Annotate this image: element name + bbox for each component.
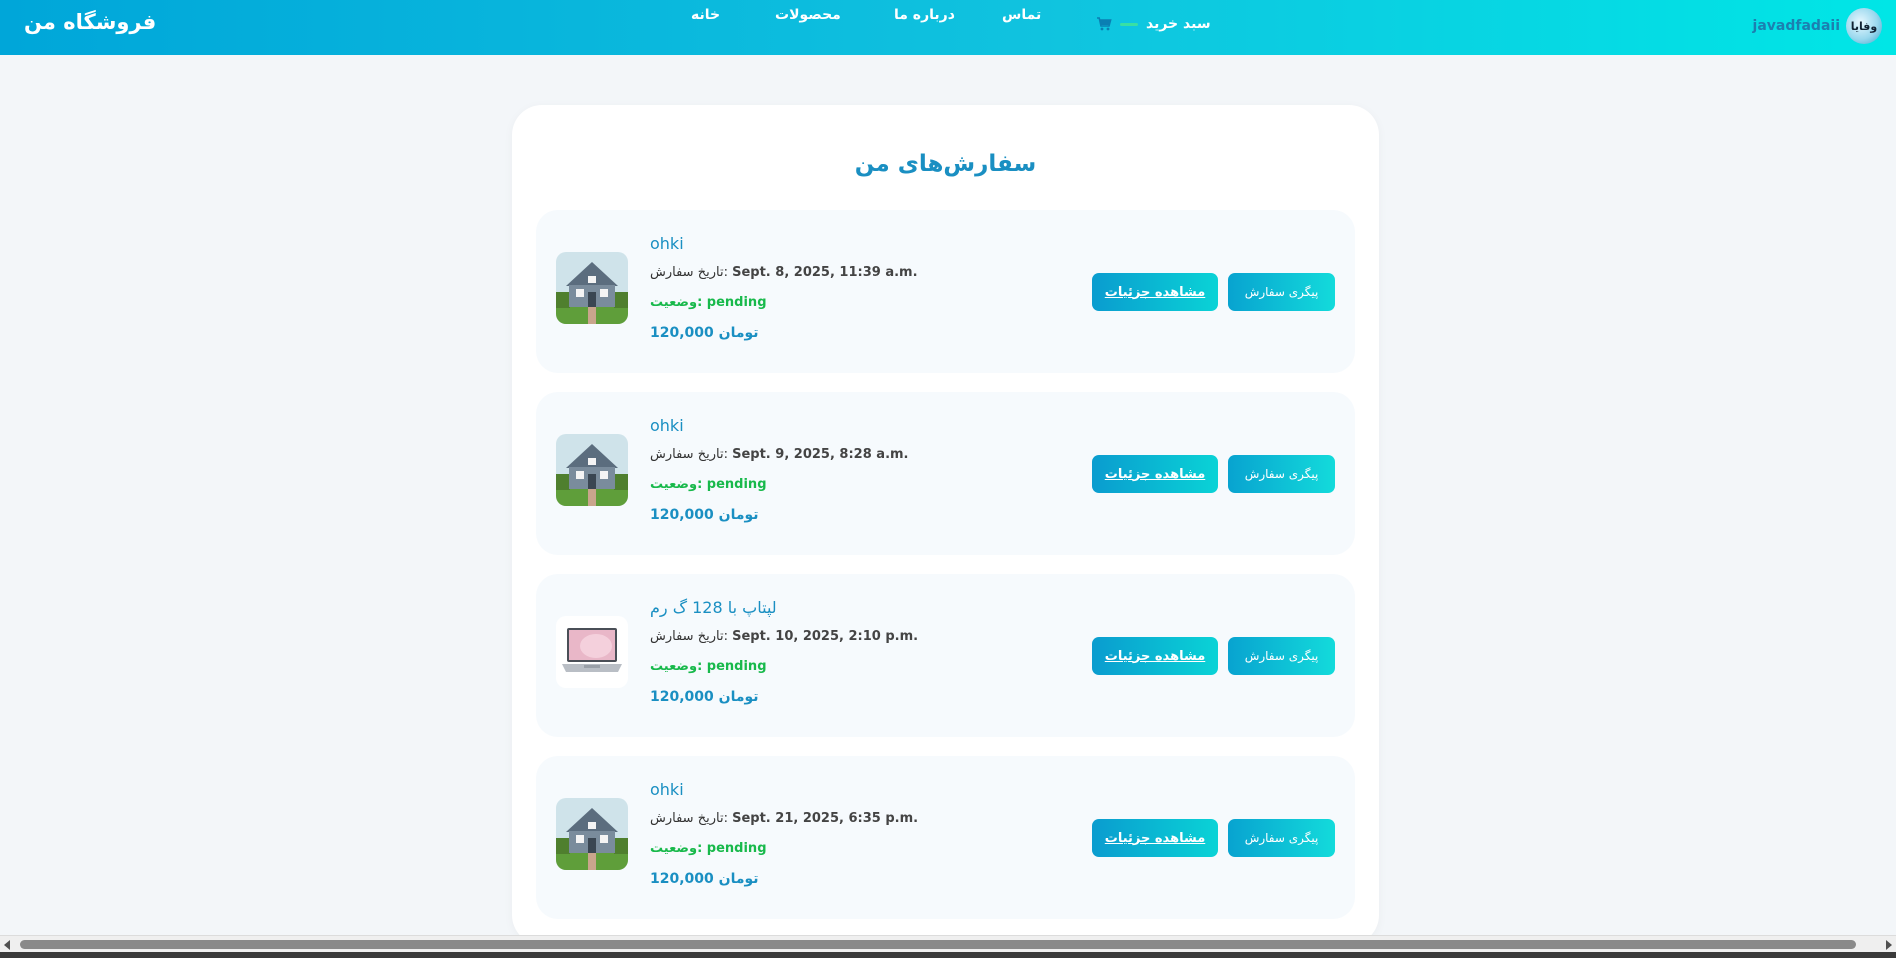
order-date-label: تاریخ سفارش: (650, 265, 728, 280)
username[interactable]: javadfadaii (1753, 18, 1840, 34)
order-item: ohki تاریخ سفارش: Sept. 9, 2025, 8:28 a.… (536, 392, 1355, 555)
order-date-value: Sept. 21, 2025, 6:35 p.m. (732, 811, 919, 826)
order-info: ohki تاریخ سفارش: Sept. 8, 2025, 11:39 a… (650, 234, 918, 348)
product-name-link[interactable]: ohki (650, 416, 909, 440)
order-actions: مشاهده جزئیات پیگری سفارش (1092, 273, 1335, 311)
order-item: ohki تاریخ سفارش: Sept. 21, 2025, 6:35 p… (536, 756, 1355, 919)
scroll-right-arrow-icon[interactable] (1886, 940, 1892, 950)
order-item: ohki تاریخ سفارش: Sept. 8, 2025, 11:39 a… (536, 210, 1355, 373)
order-date-value: Sept. 8, 2025, 11:39 a.m. (732, 265, 918, 280)
order-status-value: pending (706, 477, 767, 492)
top-navbar: فروشگاه من خانه محصولات درباره ما تماس س… (0, 0, 1896, 55)
order-info: لپتاپ با 128 گ رم تاریخ سفارش: Sept. 10,… (650, 598, 918, 712)
view-details-button[interactable]: مشاهده جزئیات (1092, 819, 1218, 857)
order-status-value: pending (706, 659, 767, 674)
cart-count-badge (1120, 22, 1138, 26)
nav-link-contact[interactable]: تماس (1002, 7, 1041, 23)
order-info: ohki تاریخ سفارش: Sept. 21, 2025, 6:35 p… (650, 780, 918, 894)
shopping-cart-icon (1096, 16, 1112, 32)
order-status-label: وضعیت: (650, 659, 703, 674)
view-details-button[interactable]: مشاهده جزئیات (1092, 273, 1218, 311)
orders-card: سفارش‌های من ohki تاریخ سفارش: Sept. 8, … (512, 105, 1379, 945)
order-status-value: pending (706, 295, 767, 310)
order-date: تاریخ سفارش: Sept. 9, 2025, 8:28 a.m. (650, 440, 909, 470)
order-date-value: Sept. 10, 2025, 2:10 p.m. (732, 629, 919, 644)
horizontal-scrollbar[interactable] (0, 935, 1896, 952)
house-image[interactable] (556, 798, 628, 870)
nav-link-about[interactable]: درباره ما (894, 7, 955, 23)
view-details-button[interactable]: مشاهده جزئیات (1092, 455, 1218, 493)
order-info: ohki تاریخ سفارش: Sept. 9, 2025, 8:28 a.… (650, 416, 909, 530)
order-actions: مشاهده جزئیات پیگری سفارش (1092, 819, 1335, 857)
order-date-value: Sept. 9, 2025, 8:28 a.m. (732, 447, 909, 462)
order-date-label: تاریخ سفارش: (650, 447, 728, 462)
order-item: لپتاپ با 128 گ رم تاریخ سفارش: Sept. 10,… (536, 574, 1355, 737)
order-date: تاریخ سفارش: Sept. 10, 2025, 2:10 p.m. (650, 622, 918, 652)
order-date-label: تاریخ سفارش: (650, 811, 728, 826)
order-date: تاریخ سفارش: Sept. 8, 2025, 11:39 a.m. (650, 258, 918, 288)
track-order-button[interactable]: پیگری سفارش (1228, 455, 1335, 493)
window-bottom-edge (0, 952, 1896, 958)
nav-link-home[interactable]: خانه (691, 7, 720, 23)
track-order-button[interactable]: پیگری سفارش (1228, 637, 1335, 675)
cart-link[interactable]: سبد خرید (1096, 16, 1211, 32)
order-status-label: وضعیت: (650, 295, 703, 310)
order-price: 120,000 تومان (650, 689, 759, 705)
order-status: وضعیت: pending (650, 288, 918, 318)
track-order-button[interactable]: پیگری سفارش (1228, 819, 1335, 857)
laptop-image[interactable] (556, 616, 628, 688)
product-name-link[interactable]: ohki (650, 780, 918, 804)
view-details-button[interactable]: مشاهده جزئیات (1092, 637, 1218, 675)
order-date-label: تاریخ سفارش: (650, 629, 728, 644)
scrollbar-thumb[interactable] (20, 940, 1856, 949)
nav-link-products[interactable]: محصولات (775, 7, 841, 23)
order-status-label: وضعیت: (650, 841, 703, 856)
order-actions: مشاهده جزئیات پیگری سفارش (1092, 455, 1335, 493)
main-nav: خانه محصولات درباره ما تماس (0, 7, 1896, 37)
order-actions: مشاهده جزئیات پیگری سفارش (1092, 637, 1335, 675)
order-status-label: وضعیت: (650, 477, 703, 492)
cart-label: سبد خرید (1146, 16, 1211, 32)
product-name-link[interactable]: ohki (650, 234, 918, 258)
order-date: تاریخ سفارش: Sept. 21, 2025, 6:35 p.m. (650, 804, 918, 834)
user-avatar[interactable]: وفایا (1846, 8, 1882, 44)
order-status: وضعیت: pending (650, 834, 918, 864)
house-image[interactable] (556, 252, 628, 324)
order-price: 120,000 تومان (650, 507, 759, 523)
order-status: وضعیت: pending (650, 652, 918, 682)
track-order-button[interactable]: پیگری سفارش (1228, 273, 1335, 311)
scroll-left-arrow-icon[interactable] (4, 940, 10, 950)
product-name-link[interactable]: لپتاپ با 128 گ رم (650, 598, 918, 622)
order-price: 120,000 تومان (650, 325, 759, 341)
order-status: وضعیت: pending (650, 470, 909, 500)
order-price: 120,000 تومان (650, 871, 759, 887)
user-menu[interactable]: javadfadaii وفایا (1753, 8, 1882, 44)
order-status-value: pending (706, 841, 767, 856)
house-image[interactable] (556, 434, 628, 506)
page-title: سفارش‌های من (854, 151, 1037, 177)
